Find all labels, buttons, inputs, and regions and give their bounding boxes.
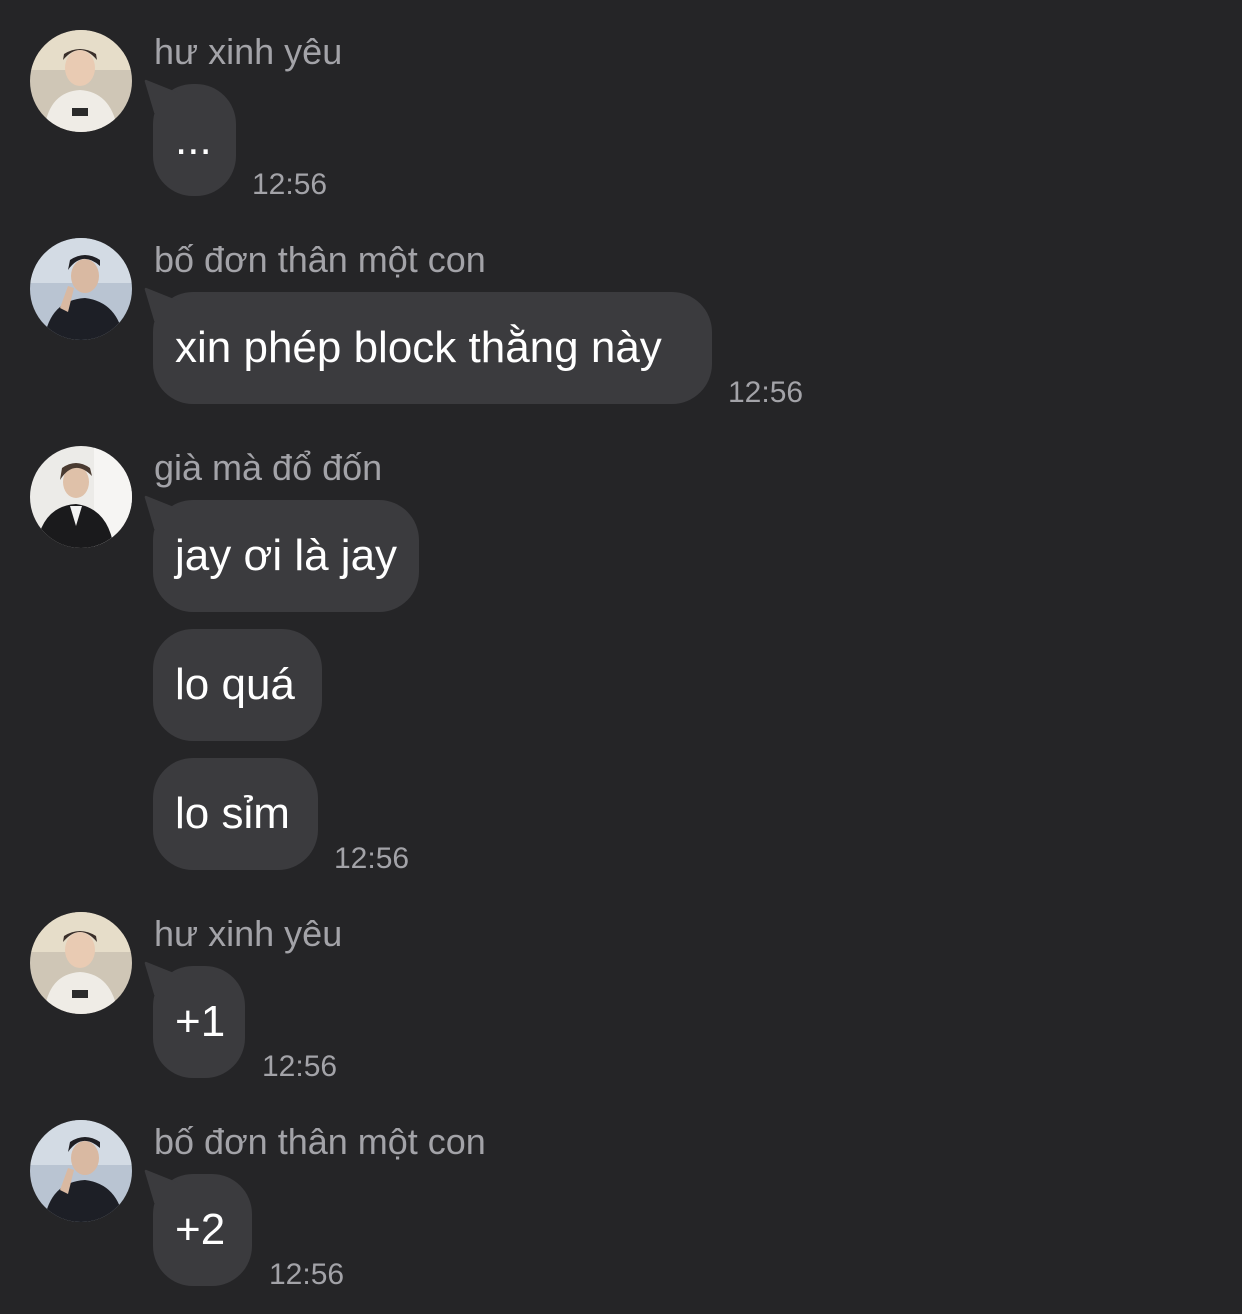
sender-name: già mà đổ đốn: [154, 447, 383, 488]
avatar-photo-icon: [30, 912, 132, 1014]
sender-name: hư xinh yêu: [154, 31, 343, 72]
avatar[interactable]: [30, 1120, 132, 1222]
message-bubble[interactable]: jay ơi là jay: [153, 500, 419, 612]
message-timestamp: 12:56: [269, 1258, 345, 1291]
avatar-photo-icon: [30, 238, 132, 340]
message-timestamp: 12:56: [262, 1050, 338, 1083]
message-timestamp: 12:56: [334, 842, 410, 875]
message-timestamp: 12:56: [252, 168, 328, 201]
avatar[interactable]: [30, 912, 132, 1014]
sender-name: hư xinh yêu: [154, 913, 343, 954]
avatar-photo-icon: [30, 1120, 132, 1222]
avatar-photo-icon: [30, 30, 132, 132]
avatar[interactable]: [30, 238, 132, 340]
avatar[interactable]: [30, 446, 132, 548]
message-bubble[interactable]: ...: [153, 84, 236, 196]
message-bubble[interactable]: xin phép block thằng này: [153, 292, 712, 404]
chat-thread: hư xinh yêu ... 12:56 bố đơn thân một co…: [0, 0, 1242, 1314]
sender-name: bố đơn thân một con: [154, 1121, 486, 1162]
message-bubble[interactable]: +1: [153, 966, 245, 1078]
avatar[interactable]: [30, 30, 132, 132]
message-timestamp: 12:56: [728, 376, 804, 409]
avatar-photo-icon: [30, 446, 132, 548]
message-bubble[interactable]: lo quá: [153, 629, 322, 741]
sender-name: bố đơn thân một con: [154, 239, 486, 280]
message-bubble[interactable]: lo sỉm: [153, 758, 318, 870]
message-bubble[interactable]: +2: [153, 1174, 252, 1286]
